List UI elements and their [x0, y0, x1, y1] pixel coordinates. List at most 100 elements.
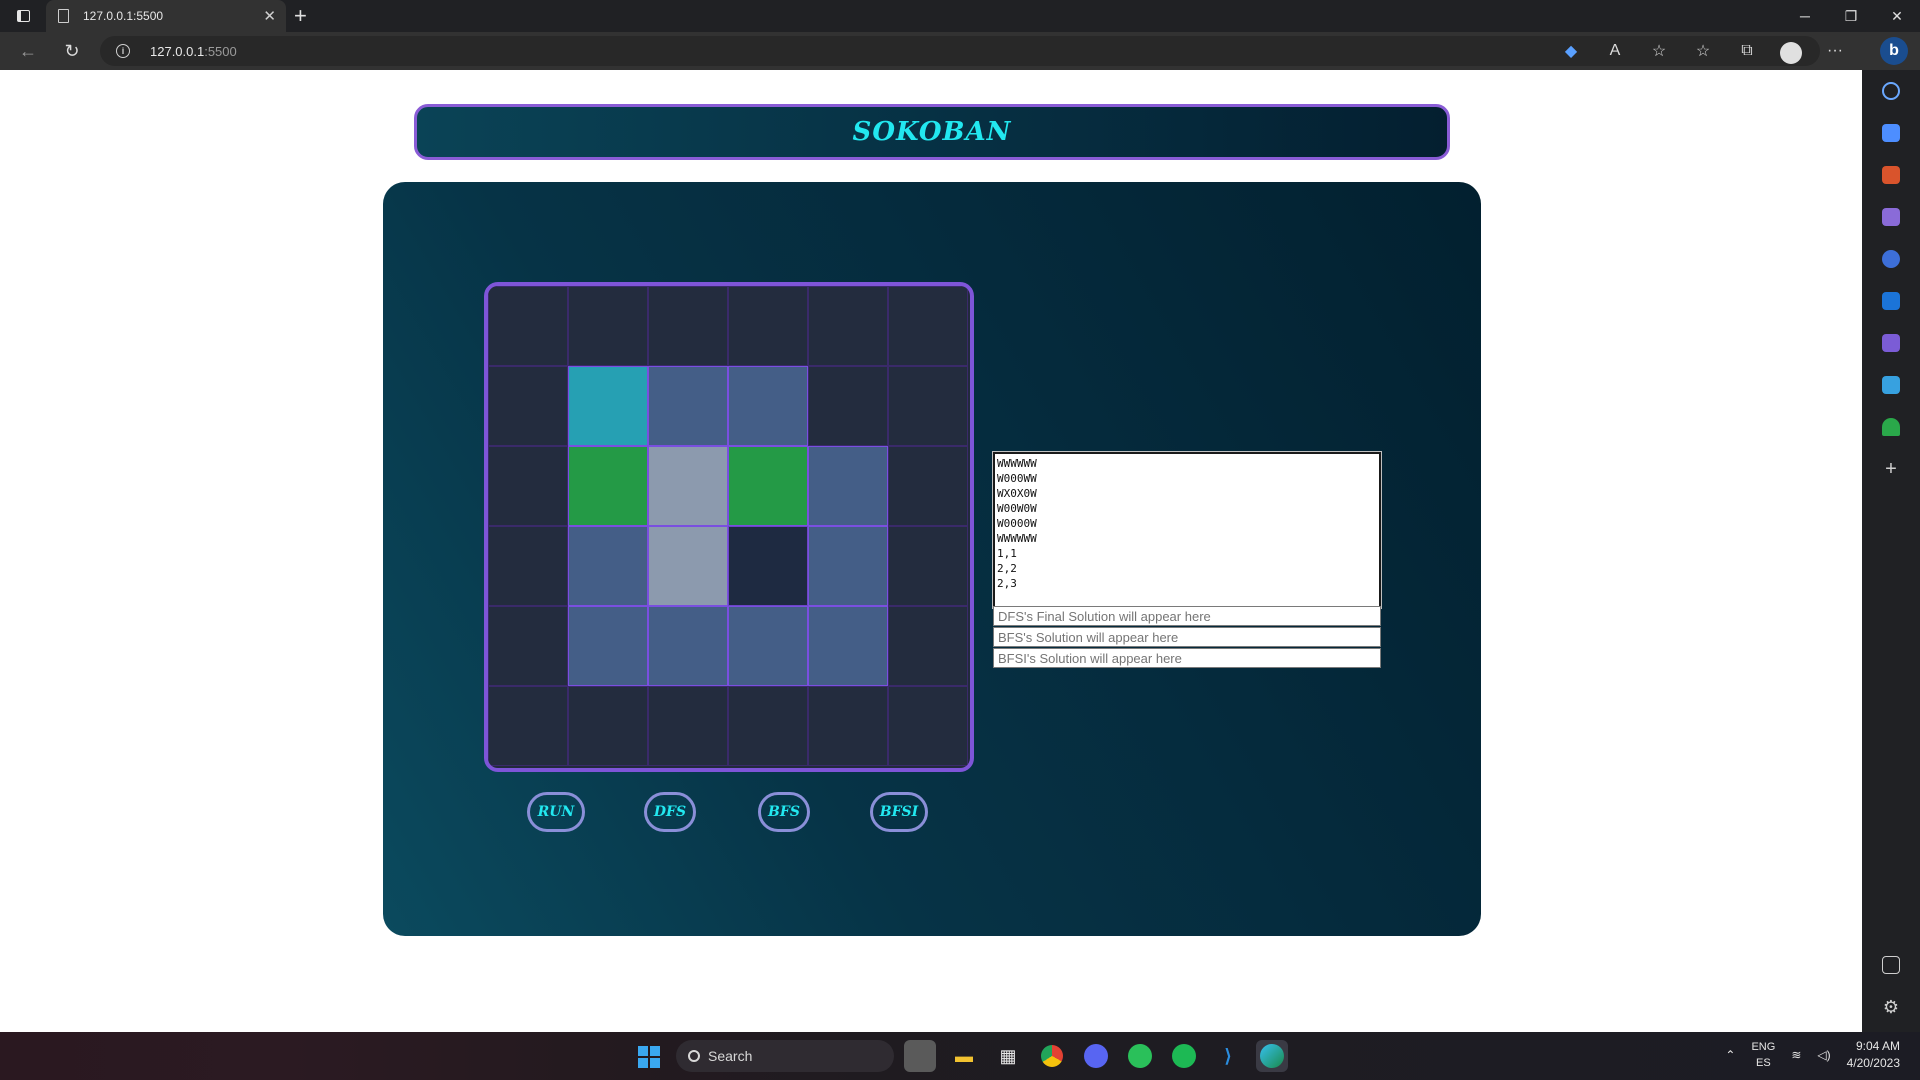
collections-icon[interactable]: ⧉ — [1732, 36, 1762, 66]
profile-icon[interactable] — [1776, 36, 1806, 66]
favorites-icon[interactable]: ☆ — [1688, 36, 1718, 66]
chevron-up-icon[interactable]: ⌃ — [1725, 1048, 1735, 1062]
board-cell-box — [648, 526, 728, 606]
wifi-icon[interactable]: ≋ — [1791, 1048, 1801, 1062]
board-cell-wall — [728, 686, 808, 766]
board-cell-floor — [728, 366, 808, 446]
file-explorer-icon[interactable]: ▬ — [948, 1040, 980, 1072]
board-cell-wall — [648, 686, 728, 766]
url-text: 127.0.0.1:5500 — [150, 44, 237, 59]
close-window-icon[interactable]: ✕ — [1874, 0, 1920, 32]
sidebar-office-icon[interactable] — [1882, 250, 1900, 268]
search-icon — [688, 1050, 700, 1062]
game-panel: RUN DFS BFS BFSI — [383, 182, 1481, 936]
chrome-icon[interactable] — [1036, 1040, 1068, 1072]
back-icon[interactable]: ← — [16, 39, 40, 63]
board-cell-floor — [808, 606, 888, 686]
read-aloud-icon[interactable]: A — [1600, 36, 1630, 66]
board-cell-wall — [568, 686, 648, 766]
bfsi-button[interactable]: BFSI — [870, 792, 928, 832]
close-tab-icon[interactable]: ✕ — [263, 7, 276, 25]
board-cell-wall — [728, 286, 808, 366]
restore-icon[interactable]: ❐ — [1828, 0, 1874, 32]
browser-tab-bar: 127.0.0.1:5500 ✕ + ─ ❐ ✕ — [0, 0, 1920, 32]
board-cell-wall — [888, 286, 968, 366]
discord-icon[interactable] — [1080, 1040, 1112, 1072]
dfs-button[interactable]: DFS — [644, 792, 696, 832]
board-cell-floor — [648, 606, 728, 686]
sidebar-tools-icon[interactable] — [1882, 166, 1900, 184]
dfs-solution-field[interactable] — [993, 606, 1381, 626]
board-cell-floor — [568, 526, 648, 606]
page-viewport: SOKOBAN RUN DFS BFS BFSI — [0, 70, 1862, 1032]
sidebar-panel-icon[interactable] — [1882, 956, 1900, 974]
board-cell-wall — [488, 446, 568, 526]
board-cell-wall — [888, 606, 968, 686]
sidebar-drop-icon[interactable] — [1882, 376, 1900, 394]
browser-tab[interactable]: 127.0.0.1:5500 ✕ — [46, 0, 286, 32]
map-input-textarea[interactable] — [992, 451, 1382, 609]
windows-start-icon[interactable] — [638, 1046, 660, 1068]
board-cell-wall — [808, 286, 888, 366]
tab-title: 127.0.0.1:5500 — [83, 9, 164, 23]
more-options-icon[interactable]: ··· — [1820, 36, 1850, 66]
board-cell-wall — [488, 606, 568, 686]
board-cell-floor — [648, 366, 728, 446]
edge-sidebar: + ⚙ — [1862, 70, 1920, 1032]
bfs-button[interactable]: BFS — [758, 792, 810, 832]
search-label: Search — [708, 1048, 753, 1064]
board-cell-wall — [808, 366, 888, 446]
microsoft-store-icon[interactable]: ▦ — [992, 1040, 1024, 1072]
board-cell-goal — [568, 446, 648, 526]
board-cell-wall — [888, 366, 968, 446]
bing-chat-icon[interactable]: b — [1880, 37, 1908, 65]
board-cell-wall — [888, 446, 968, 526]
volume-icon[interactable]: ◁) — [1817, 1048, 1830, 1062]
board-cell-wall — [888, 526, 968, 606]
sidebar-outlook-icon[interactable] — [1882, 292, 1900, 310]
sidebar-shopping-icon[interactable] — [1882, 124, 1900, 142]
run-button[interactable]: RUN — [527, 792, 585, 832]
taskbar: Search ▬ ▦ ⟩ ⌃ ENG ES ≋ ◁) 9:04 AM 4/20/… — [0, 1032, 1920, 1080]
board-cell-wall — [888, 686, 968, 766]
board-cell-wall — [568, 286, 648, 366]
board-cell-empty — [728, 526, 808, 606]
sidebar-settings-icon[interactable]: ⚙ — [1882, 998, 1900, 1016]
sidebar-tree-icon[interactable] — [1882, 418, 1900, 436]
board-cell-box — [648, 446, 728, 526]
title-banner: SOKOBAN — [414, 104, 1450, 160]
sidebar-search-icon[interactable] — [1882, 82, 1900, 100]
price-tag-icon[interactable]: ◆ — [1556, 36, 1586, 66]
minimize-icon[interactable]: ─ — [1782, 0, 1828, 32]
page-title: SOKOBAN — [852, 117, 1012, 147]
whatsapp-icon[interactable] — [1124, 1040, 1156, 1072]
edge-icon[interactable] — [1256, 1040, 1288, 1072]
sokoban-board — [484, 282, 974, 772]
add-favorite-icon[interactable]: ☆ — [1644, 36, 1674, 66]
sidebar-games-icon[interactable] — [1882, 208, 1900, 226]
board-cell-player — [568, 366, 648, 446]
sidebar-add-icon[interactable]: + — [1882, 459, 1900, 479]
bfs-solution-field[interactable] — [993, 627, 1381, 647]
spotify-icon[interactable] — [1168, 1040, 1200, 1072]
board-cell-floor — [568, 606, 648, 686]
taskbar-search[interactable]: Search — [676, 1040, 894, 1072]
vscode-icon[interactable]: ⟩ — [1212, 1040, 1244, 1072]
new-tab-button[interactable]: + — [294, 3, 307, 29]
language-indicator[interactable]: ENG ES — [1751, 1039, 1775, 1071]
board-cell-wall — [488, 686, 568, 766]
clock[interactable]: 9:04 AM 4/20/2023 — [1847, 1038, 1900, 1072]
address-bar-row: ← ↻ i 127.0.0.1:5500 ◆ A ☆ ☆ ⧉ ··· b — [0, 32, 1920, 70]
bfsi-solution-field[interactable] — [993, 648, 1381, 668]
system-tray: ⌃ ENG ES ≋ ◁) 9:04 AM 4/20/2023 — [1725, 1038, 1900, 1072]
board-cell-floor — [728, 606, 808, 686]
board-cell-wall — [488, 286, 568, 366]
board-cell-wall — [488, 366, 568, 446]
refresh-icon[interactable]: ↻ — [60, 39, 84, 63]
site-info-icon[interactable]: i — [116, 44, 130, 58]
board-cell-floor — [808, 446, 888, 526]
sidebar-designer-icon[interactable] — [1882, 334, 1900, 352]
window-controls: ─ ❐ ✕ — [1782, 0, 1920, 32]
task-view-icon[interactable] — [904, 1040, 936, 1072]
tab-actions-icon[interactable] — [12, 6, 34, 26]
